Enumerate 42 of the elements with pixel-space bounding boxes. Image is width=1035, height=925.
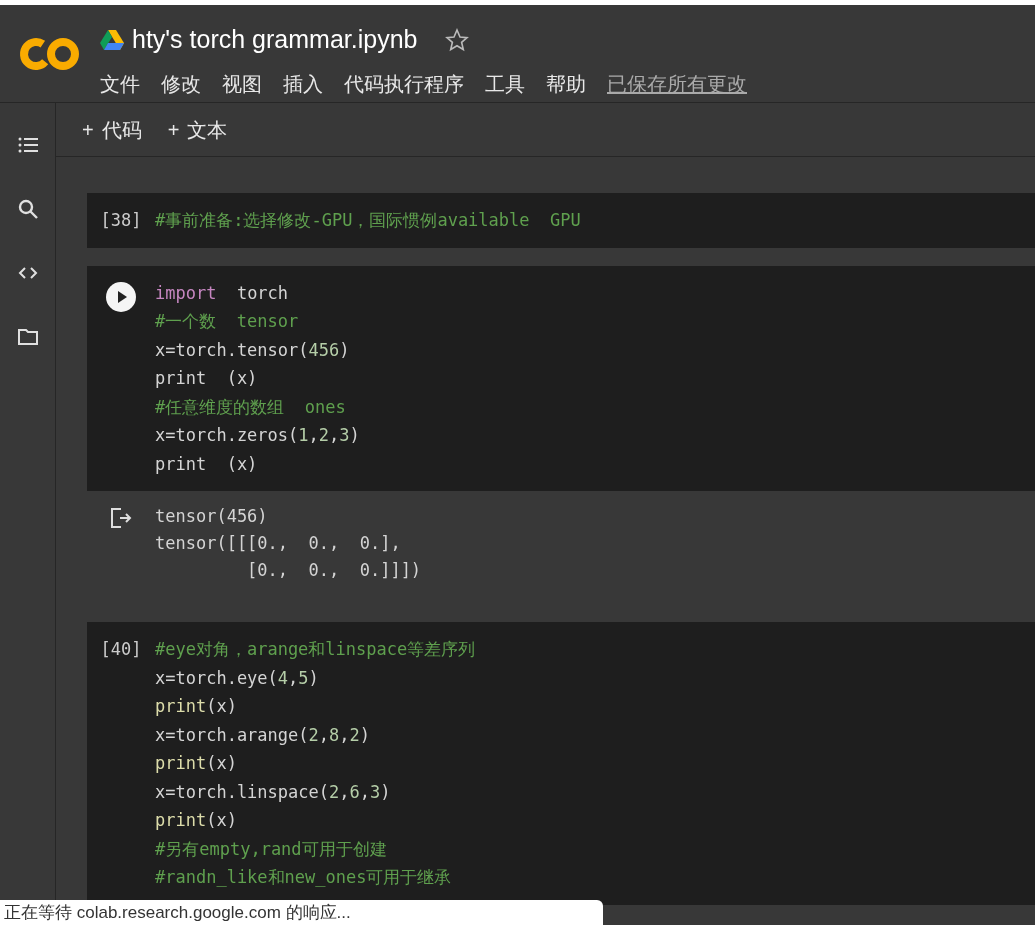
drive-icon <box>100 29 124 50</box>
code-line: x=torch.arange(2,8,2) <box>155 723 372 747</box>
code-line: import torch <box>155 281 290 305</box>
status-bar: 正在等待 colab.research.google.com 的响应... <box>0 900 603 925</box>
menu-item[interactable]: 工具 <box>485 68 525 99</box>
menu-item[interactable]: 文件 <box>100 68 140 99</box>
output-line: tensor(456) <box>155 505 269 528</box>
output-line: [0., 0., 0.]]]) <box>246 559 422 582</box>
code-line: print(x) <box>155 752 238 775</box>
code-line: #一个数 tensor <box>155 310 300 333</box>
save-status-link[interactable]: 已保存所有更改 <box>607 68 747 99</box>
code-line: #任意维度的数组 ones <box>155 395 347 419</box>
notebook-title[interactable]: hty's torch grammar.ipynb <box>132 21 418 59</box>
code-line: print (x) <box>155 452 259 476</box>
code-cell[interactable]: [38] #事前准备:选择修改-GPU，国际惯例available GPU <box>87 193 1035 248</box>
code-line: x=torch.eye(4,5) <box>155 666 320 690</box>
add-cell-button[interactable]: + 代码 <box>82 114 142 145</box>
run-button-icon[interactable] <box>106 281 136 312</box>
code-cell[interactable]: [40] #eye对角，arange和linspace等差序列 x=torch.eye(4,5) print(x) x=torch.arange(2,8,2) print(x) x=torch.linspace(2,6,3) print(x) #另有empty,rand可用于创建 #randn_like和new_ones可用于继承 <box>87 622 1035 905</box>
code-line: x=torch.tensor(456) <box>155 338 351 362</box>
menu-item[interactable]: 视图 <box>222 68 262 99</box>
code-line: print(x) <box>155 809 238 832</box>
code-line: print(x) <box>155 695 238 718</box>
colab-logo <box>19 35 81 72</box>
output-icon[interactable] <box>109 507 133 529</box>
menu-item[interactable]: 修改 <box>161 68 201 99</box>
execution-count: [40] <box>100 638 142 661</box>
output-line: tensor([[[0., 0., 0.], <box>155 532 402 555</box>
execution-count: [38] <box>100 209 142 232</box>
star-icon[interactable] <box>445 27 470 52</box>
code-line: #eye对角，arange和linspace等差序列 <box>155 638 476 661</box>
code-line: #事前准备:选择修改-GPU，国际惯例available GPU <box>155 209 581 232</box>
add-cell-button[interactable]: + 文本 <box>167 114 228 145</box>
code-line: #randn_like和new_ones可用于继承 <box>155 866 453 889</box>
code-line: #另有empty,rand可用于创建 <box>155 837 388 861</box>
code-line: x=torch.zeros(1,2,3) <box>155 424 360 447</box>
code-line: print (x) <box>155 367 259 390</box>
code-line: x=torch.linspace(2,6,3) <box>155 780 392 804</box>
menu-item[interactable]: 帮助 <box>546 68 586 99</box>
menu-item[interactable]: 插入 <box>283 68 323 99</box>
menu-item[interactable]: 代码执行程序 <box>344 68 464 99</box>
code-cell[interactable]: import torch #一个数 tensor x=torch.tensor(456) print (x) #任意维度的数组 ones x=torch.zeros(1,2,3) print (x) <box>87 265 1035 491</box>
